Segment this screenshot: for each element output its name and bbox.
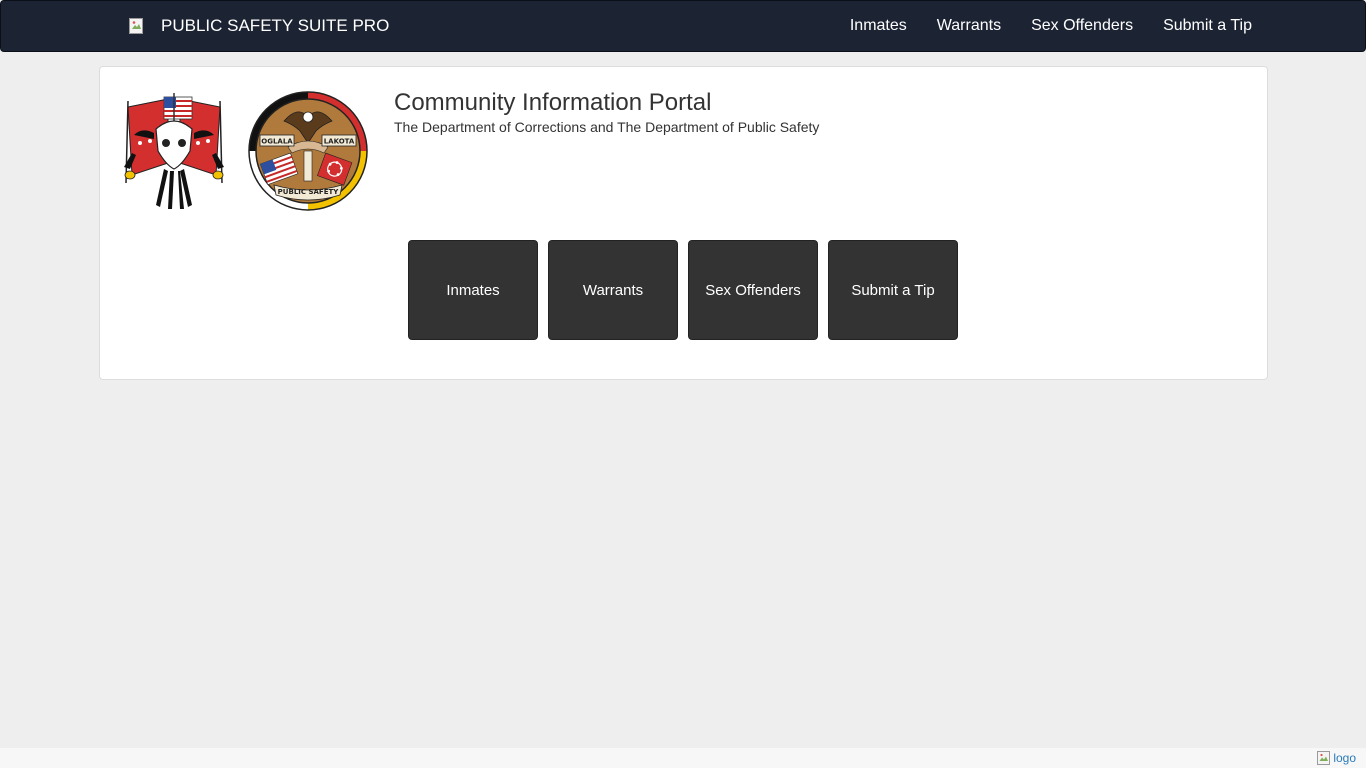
nav-link-sex-offenders[interactable]: Sex Offenders bbox=[1031, 17, 1133, 35]
page-title: Community Information Portal bbox=[394, 89, 712, 116]
tile-inmates-button[interactable]: Inmates bbox=[408, 240, 538, 340]
footer-logo-alt: logo bbox=[1333, 751, 1356, 765]
svg-text:PUBLIC SAFETY: PUBLIC SAFETY bbox=[278, 188, 340, 196]
portal-card: OGLALA LAKOTA PUBLIC SAFETY Community In… bbox=[99, 66, 1268, 380]
brand-text: PUBLIC SAFETY SUITE PRO bbox=[161, 16, 390, 35]
nav-link-submit-tip[interactable]: Submit a Tip bbox=[1163, 17, 1252, 35]
nav-link-warrants[interactable]: Warrants bbox=[937, 17, 1001, 35]
svg-text:OGLALA: OGLALA bbox=[261, 138, 293, 146]
top-navbar: PUBLIC SAFETY SUITE PRO Inmates Warrants… bbox=[0, 0, 1366, 52]
nav-links: Inmates Warrants Sex Offenders Submit a … bbox=[820, 1, 1252, 51]
svg-text:LAKOTA: LAKOTA bbox=[324, 138, 355, 146]
broken-image-icon bbox=[129, 18, 145, 34]
quick-links: Inmates Warrants Sex Offenders Submit a … bbox=[408, 240, 968, 340]
tile-submit-tip-button[interactable]: Submit a Tip bbox=[828, 240, 958, 340]
broken-image-icon bbox=[1317, 751, 1331, 765]
tile-sex-offenders-button[interactable]: Sex Offenders bbox=[688, 240, 818, 340]
brand-link[interactable]: PUBLIC SAFETY SUITE PRO bbox=[129, 1, 389, 51]
page-subtitle: The Department of Corrections and The De… bbox=[394, 119, 820, 135]
tribal-flag-seal-icon bbox=[124, 93, 224, 211]
footer-logo-link[interactable]: logo bbox=[1317, 748, 1356, 768]
footer: logo bbox=[0, 748, 1366, 768]
nav-link-inmates[interactable]: Inmates bbox=[850, 17, 907, 35]
tile-warrants-button[interactable]: Warrants bbox=[548, 240, 678, 340]
oglala-lakota-public-safety-seal-icon: OGLALA LAKOTA PUBLIC SAFETY bbox=[248, 91, 368, 211]
